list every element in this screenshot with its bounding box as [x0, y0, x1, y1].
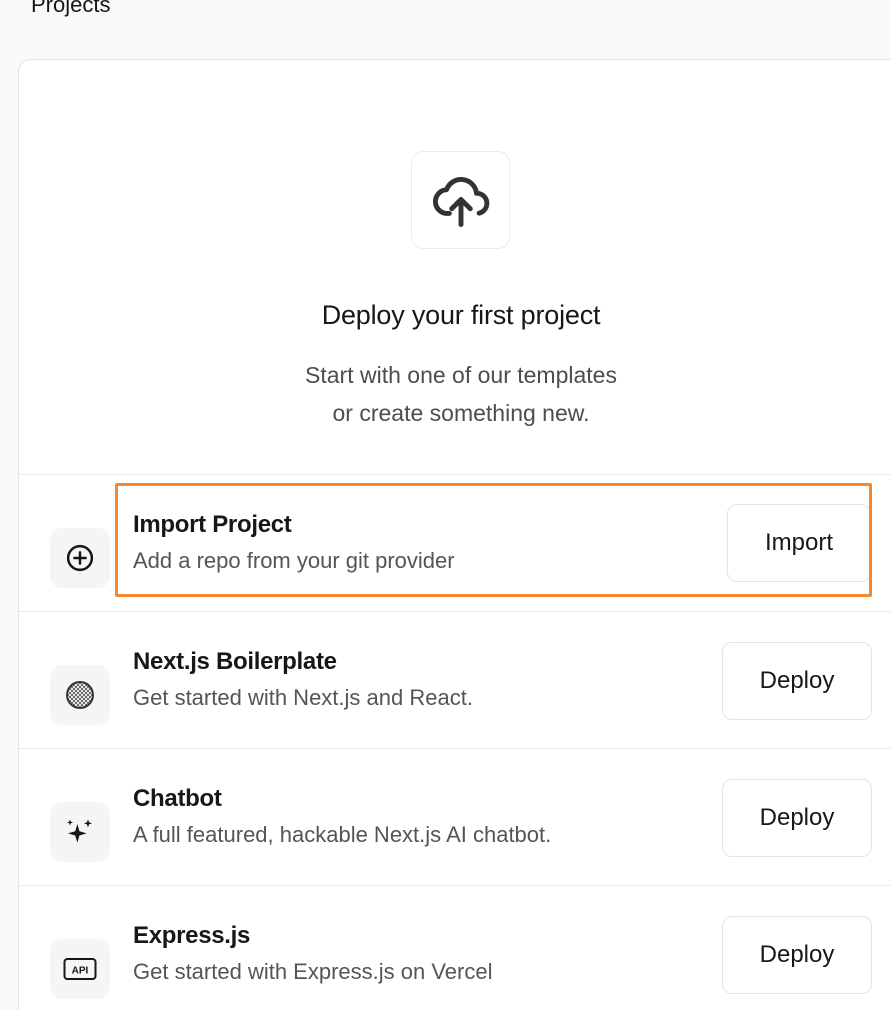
hero-subtitle: Start with one of our templates or creat… — [19, 356, 891, 432]
template-row-express: API Express.js Get started with Express.… — [19, 886, 891, 1010]
import-project-title: Import Project — [133, 511, 292, 538]
empty-state-card: Deploy your first project Start with one… — [18, 59, 891, 1010]
deploy-button[interactable]: Deploy — [722, 916, 872, 994]
template-description: Get started with Next.js and React. — [133, 685, 473, 710]
api-icon: API — [50, 939, 110, 999]
template-row-nextjs: Next.js Boilerplate Get started with Nex… — [19, 612, 891, 749]
deploy-button[interactable]: Deploy — [722, 642, 872, 720]
import-project-row: Import Project Add a repo from your git … — [19, 475, 891, 612]
import-button[interactable]: Import — [727, 504, 871, 582]
nextjs-icon — [50, 665, 110, 725]
projects-page: Projects Deploy your first project Start… — [0, 0, 891, 1010]
svg-text:API: API — [72, 966, 89, 977]
template-description: A full featured, hackable Next.js AI cha… — [133, 822, 552, 847]
template-title: Next.js Boilerplate — [133, 648, 337, 675]
hero-subtitle-line2: or create something new. — [332, 400, 590, 426]
hero-title: Deploy your first project — [321, 300, 601, 330]
project-options-list: Import Project Add a repo from your git … — [19, 474, 891, 1010]
template-description: Get started with Express.js on Vercel — [133, 959, 493, 984]
template-title: Chatbot — [133, 785, 222, 812]
cloud-upload-icon — [411, 151, 510, 249]
plus-circle-icon — [50, 528, 110, 588]
template-title: Express.js — [133, 922, 251, 949]
template-row-chatbot: Chatbot A full featured, hackable Next.j… — [19, 749, 891, 886]
import-project-description: Add a repo from your git provider — [133, 548, 455, 573]
hero-subtitle-line1: Start with one of our templates — [305, 362, 617, 388]
sparkles-icon — [50, 802, 110, 862]
deploy-button[interactable]: Deploy — [722, 779, 872, 857]
section-title: Projects — [31, 0, 111, 17]
